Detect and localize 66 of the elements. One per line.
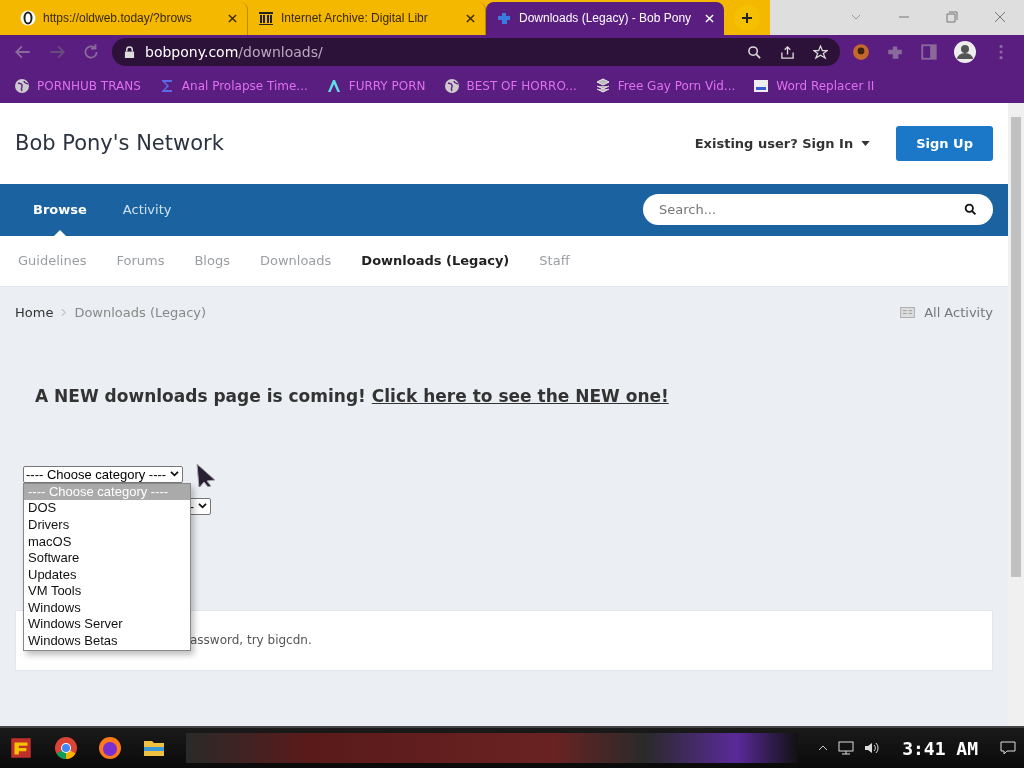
note-text: assword, try bigcdn. [190, 633, 312, 648]
chevron-right-icon [61, 308, 67, 318]
search-field[interactable]: Search... [643, 194, 993, 226]
bookmark[interactable]: Word Replacer II [753, 78, 875, 95]
caret-icon [198, 502, 207, 510]
notification-icon[interactable] [1000, 741, 1016, 756]
caret-icon [170, 470, 180, 478]
dropdown-option[interactable]: DOS [24, 500, 190, 517]
site-title[interactable]: Bob Pony's Network [15, 131, 695, 156]
browser-tab[interactable]: https://oldweb.today/?brows [10, 1, 248, 35]
plus-icon [741, 11, 753, 24]
close-icon[interactable] [466, 13, 475, 23]
dropdown-option[interactable]: Windows Betas [24, 633, 190, 650]
dropdown-option[interactable]: VM Tools [24, 583, 190, 600]
share-icon[interactable] [780, 44, 795, 60]
bookmark[interactable]: Free Gay Porn Vid... [594, 78, 736, 95]
star-icon[interactable] [813, 44, 828, 60]
dropdown-option[interactable]: Drivers [24, 516, 190, 534]
dropdown-option[interactable]: Software [24, 550, 190, 567]
dropdown-option[interactable]: Windows Server [24, 616, 190, 634]
stack-icon [594, 78, 611, 95]
scrollbar-thumb[interactable] [1011, 116, 1021, 577]
address-field[interactable]: bobpony.com/downloads/ [112, 38, 840, 67]
extension-icon[interactable] [852, 43, 870, 62]
new-page-link[interactable]: Click here to see the NEW one! [371, 385, 669, 406]
clock-text[interactable]: 3:41 AM [902, 737, 978, 759]
browser-tab[interactable]: Downloads (Legacy) - Bob Pony [486, 1, 724, 35]
sign-up-button[interactable]: Sign Up [896, 125, 993, 161]
puzzle-icon [496, 10, 512, 27]
firefox-icon[interactable] [98, 736, 122, 761]
caret-icon [861, 140, 871, 146]
lambda-icon [325, 78, 342, 95]
profile-icon[interactable] [954, 41, 976, 64]
speaker-icon[interactable] [864, 741, 881, 756]
nav-tab[interactable]: Activity [104, 183, 190, 236]
bookmark[interactable]: PORNHUB TRANS [14, 78, 141, 95]
dropdown-option[interactable]: macOS [24, 533, 190, 551]
search-icon[interactable] [747, 44, 762, 60]
dropdown-option[interactable]: Updates [24, 566, 190, 584]
lock-icon[interactable] [124, 45, 135, 59]
bookmark[interactable]: Anal Prolapse Time... [158, 78, 308, 95]
list-icon [900, 307, 916, 319]
scrollbar[interactable] [1008, 102, 1024, 727]
document-icon [753, 78, 770, 95]
all-activity-link[interactable]: All Activity [924, 305, 993, 321]
nav-tab[interactable]: Browse [15, 183, 105, 236]
announcement-text: A NEW downloads page is coming! Click here to see the NEW one! [35, 385, 670, 406]
sign-in-link[interactable]: Existing user? Sign In [694, 135, 871, 151]
cursor-icon [196, 462, 216, 487]
globe-icon [443, 78, 460, 95]
close-icon[interactable] [228, 13, 237, 23]
subnav-link[interactable]: Downloads (Legacy) [346, 253, 525, 269]
category-select[interactable]: ---- Choose category ---- [23, 465, 184, 483]
chevron-up-icon[interactable] [818, 745, 829, 752]
bookmark[interactable]: BEST OF HORRO... [443, 78, 577, 95]
search-icon[interactable] [964, 203, 977, 217]
breadcrumb-link[interactable]: Home [15, 305, 54, 321]
globe-icon [14, 78, 30, 95]
network-icon[interactable] [838, 741, 855, 756]
new-tab-button[interactable] [734, 4, 760, 31]
url-text: bobpony.com/downloads/ [145, 44, 324, 61]
chrome-icon[interactable] [54, 736, 78, 761]
dropdown-option[interactable]: Windows [24, 599, 190, 617]
building-icon [258, 10, 274, 27]
bookmark[interactable]: FURRY PORN [325, 78, 426, 95]
o-logo-icon [20, 10, 36, 27]
